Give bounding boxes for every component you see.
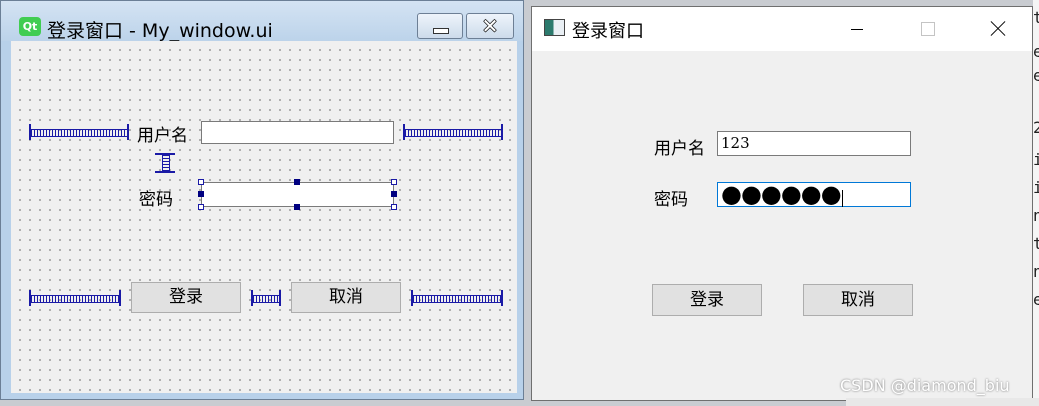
code-fragment: it — [1033, 178, 1039, 197]
designer-minimize-button[interactable] — [417, 13, 463, 39]
designer-cancel-button[interactable]: 取消 — [291, 282, 401, 313]
designer-window-title: 登录窗口 - My_window.ui — [47, 20, 273, 42]
horizontal-spacer-middle-buttons[interactable] — [251, 290, 281, 306]
minimize-button[interactable] — [834, 7, 880, 51]
selection-handle[interactable] — [198, 204, 204, 210]
maximize-button[interactable] — [904, 7, 950, 51]
password-label: 密码 — [654, 190, 688, 210]
selection-handle[interactable] — [391, 204, 397, 210]
code-fragment: no — [1033, 206, 1039, 225]
code-fragment: er — [1033, 290, 1039, 309]
selection-handle[interactable] — [391, 191, 397, 197]
password-input[interactable]: ●●●●●● — [717, 182, 911, 207]
horizontal-spacer-left[interactable] — [29, 124, 129, 140]
designer-username-label[interactable]: 用户名 — [137, 121, 188, 146]
selection-handle[interactable] — [198, 191, 204, 197]
selection-handle[interactable] — [198, 179, 204, 185]
code-fragment: 2 — [1033, 118, 1039, 137]
cancel-button[interactable]: 取消 — [803, 284, 913, 316]
selection-handle[interactable] — [294, 179, 300, 185]
login-window-titlebar[interactable]: 登录窗口 — [532, 7, 1032, 51]
code-fragment: er — [1033, 66, 1039, 85]
close-icon: ✕ — [481, 14, 499, 38]
selection-handle[interactable] — [391, 179, 397, 185]
horizontal-spacer-left-buttons[interactable] — [29, 290, 121, 306]
code-fragment: er — [1033, 42, 1039, 61]
login-window: 登录窗口 用户名 123 密码 ●●●●●● 登录 取消 — [531, 6, 1033, 401]
vertical-spacer[interactable] — [155, 153, 175, 173]
app-window-icon — [544, 19, 565, 36]
username-label: 用户名 — [654, 139, 705, 159]
username-input[interactable]: 123 — [717, 131, 911, 156]
qt-logo-icon: Qt — [19, 17, 41, 36]
horizontal-spacer-right-buttons[interactable] — [411, 290, 503, 306]
designer-titlebar[interactable]: Qt 登录窗口 - My_window.ui ✕ — [1, 1, 523, 42]
login-window-title: 登录窗口 — [572, 21, 644, 42]
designer-username-input[interactable] — [201, 121, 394, 144]
designer-form-canvas[interactable]: 用户名 密码 登录 取消 — [11, 41, 517, 393]
code-fragment: t — [1033, 8, 1039, 27]
code-fragment: no — [1033, 262, 1039, 281]
selection-handle[interactable] — [294, 204, 300, 210]
text-caret — [841, 189, 843, 207]
designer-login-button[interactable]: 登录 — [131, 282, 241, 313]
login-button[interactable]: 登录 — [652, 284, 762, 316]
qt-designer-form-window: Qt 登录窗口 - My_window.ui ✕ 用户名 密码 登录 取消 — [0, 0, 524, 400]
code-fragment: it — [1033, 150, 1039, 169]
close-button[interactable] — [974, 7, 1020, 51]
designer-close-button[interactable]: ✕ — [466, 13, 514, 39]
background-editor-fragment: t er er 2 it it no t_ no er — [1033, 0, 1039, 406]
password-masked-value: ●●●●●● — [721, 180, 842, 208]
horizontal-spacer-right[interactable] — [403, 124, 503, 140]
csdn-watermark: CSDN @diamond_biu — [840, 376, 1010, 395]
designer-password-label[interactable]: 密码 — [139, 185, 173, 210]
code-fragment: t_ — [1033, 234, 1039, 253]
background-window-bottom-edge — [846, 398, 1039, 406]
